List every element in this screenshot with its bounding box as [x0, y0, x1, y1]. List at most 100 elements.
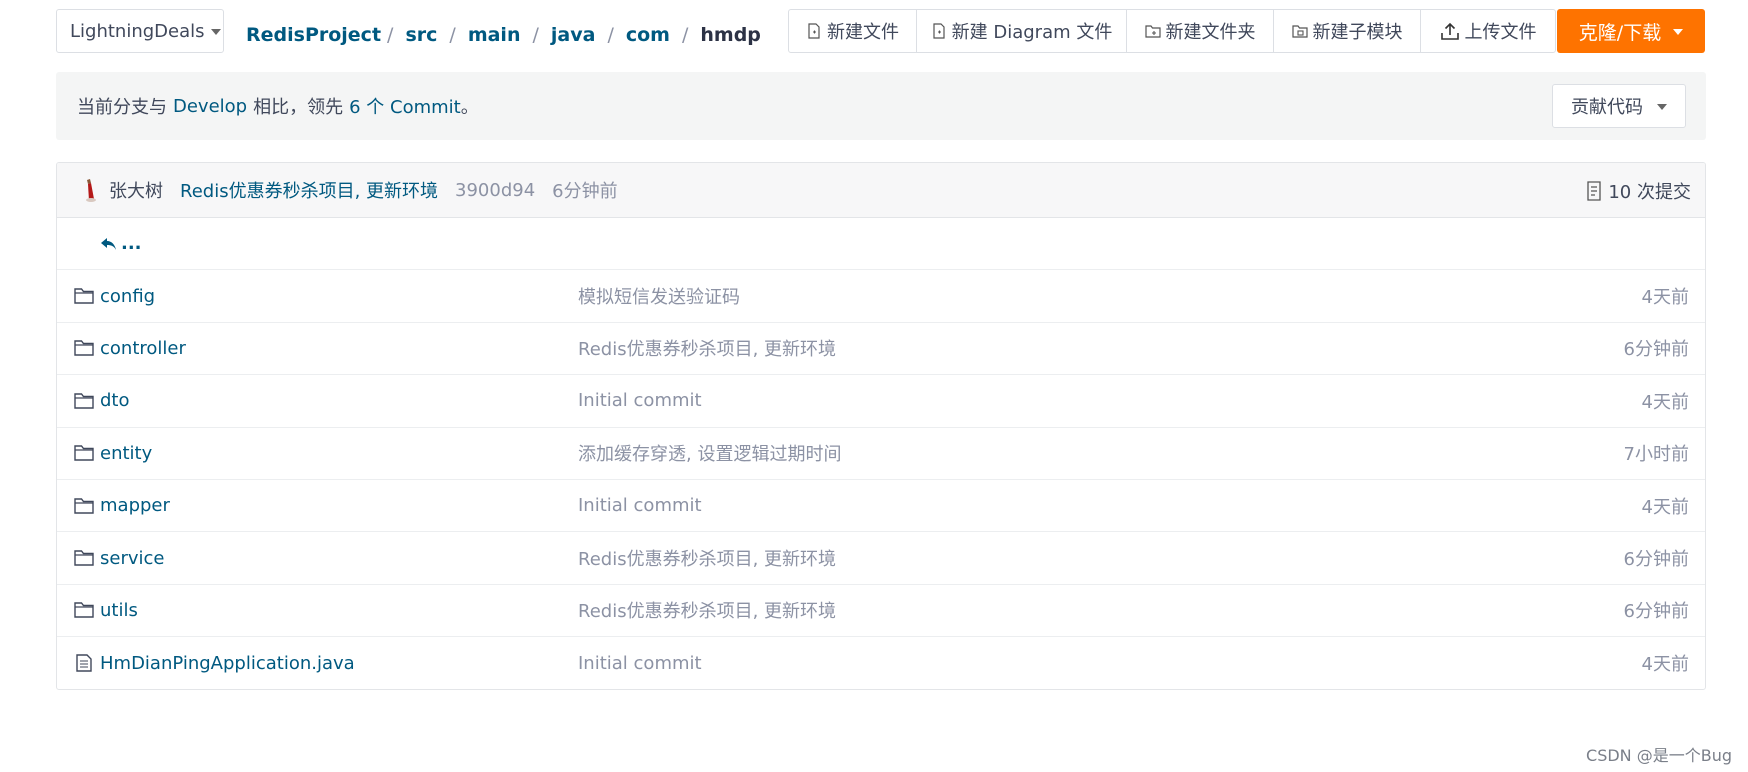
file-icon [76, 654, 92, 673]
breadcrumb: RedisProject / src / main / java / com /… [246, 20, 761, 50]
commit-history-link[interactable]: 10 次提交 [1586, 163, 1691, 218]
upload-icon [1440, 22, 1459, 40]
file-name-link[interactable]: mapper [100, 495, 170, 516]
breadcrumb-item-repo[interactable]: RedisProject [246, 24, 381, 46]
breadcrumb-item-src[interactable]: src [405, 24, 437, 46]
commit-hash-link[interactable]: 3900d94 [455, 180, 535, 201]
file-actions-toolbar: 新建文件 新建 Diagram 文件 新建文件夹 新建子模块 上传文件 [788, 9, 1556, 53]
file-commit-message[interactable]: Initial commit [578, 375, 702, 426]
ahead-commits-link[interactable]: 6 个 Commit [349, 93, 461, 119]
file-tree-table: 张大树 Redis优惠券秒杀项目, 更新环境 3900d94 6分钟前 10 次… [56, 162, 1706, 690]
file-commit-message[interactable]: Initial commit [578, 480, 702, 531]
chevron-down-icon [1673, 29, 1684, 35]
file-name-cell: mapper [74, 480, 170, 531]
breadcrumb-item-main[interactable]: main [468, 24, 521, 46]
branch-compare-banner: 当前分支与 Develop 相比，领先 6 个 Commit 。 贡献代码 [56, 72, 1706, 140]
folder-icon [74, 602, 94, 619]
file-row[interactable]: entity 添加缓存穿透, 设置逻辑过期时间 7小时前 [57, 428, 1705, 480]
commit-count: 10 次提交 [1608, 181, 1691, 203]
file-row[interactable]: utils Redis优惠券秒杀项目, 更新环境 6分钟前 [57, 585, 1705, 638]
contribute-label: 贡献代码 [1571, 97, 1643, 118]
folder-icon [74, 497, 94, 514]
new-file-label: 新建文件 [827, 22, 899, 43]
commit-author[interactable]: 张大树 [109, 177, 163, 203]
file-row[interactable]: dto Initial commit 4天前 [57, 375, 1705, 428]
new-diagram-label: 新建 Diagram 文件 [951, 22, 1113, 43]
banner-prefix: 当前分支与 [77, 97, 167, 118]
file-commit-message[interactable]: 模拟短信发送验证码 [578, 270, 740, 321]
file-row[interactable]: service Redis优惠券秒杀项目, 更新环境 6分钟前 [57, 532, 1705, 585]
avatar[interactable] [77, 177, 101, 203]
file-name-cell: dto [74, 375, 130, 426]
file-name-link[interactable]: config [100, 286, 155, 307]
file-icon [933, 23, 945, 39]
file-commit-message[interactable]: Initial commit [578, 637, 702, 689]
folder-icon [74, 445, 94, 461]
banner-middle: 相比，领先 [253, 97, 344, 118]
clone-download-button[interactable]: 克隆/下载 [1557, 9, 1705, 53]
file-name-link[interactable]: service [100, 548, 164, 569]
file-row[interactable]: config 模拟短信发送验证码 4天前 [57, 270, 1705, 323]
new-diagram-button[interactable]: 新建 Diagram 文件 [917, 10, 1127, 52]
folder-icon [74, 393, 94, 409]
breadcrumb-item-current: hmdp [700, 24, 761, 46]
file-commit-time: 6分钟前 [1623, 601, 1689, 623]
history-icon [1587, 180, 1602, 201]
file-name-link[interactable]: entity [100, 443, 152, 464]
branch-select[interactable]: LightningDeals [56, 9, 224, 53]
folder-plus-icon [1144, 25, 1161, 38]
breadcrumb-item-java[interactable]: java [551, 24, 596, 46]
banner-suffix: 。 [460, 97, 479, 118]
file-icon [808, 23, 820, 39]
contribute-button[interactable]: 贡献代码 [1552, 84, 1686, 128]
file-commit-message[interactable]: 添加缓存穿透, 设置逻辑过期时间 [578, 428, 841, 479]
file-name-cell: HmDianPingApplication.java [74, 637, 355, 689]
folder-icon [74, 550, 94, 566]
file-name-link[interactable]: utils [100, 600, 138, 621]
file-name-link[interactable]: controller [100, 338, 186, 359]
parent-directory-link[interactable]: ... [121, 233, 142, 254]
file-commit-time: 6分钟前 [1623, 549, 1689, 571]
file-name-cell: service [74, 532, 164, 583]
file-commit-message[interactable]: Redis优惠券秒杀项目, 更新环境 [578, 532, 836, 583]
file-row[interactable]: controller Redis优惠券秒杀项目, 更新环境 6分钟前 [57, 323, 1705, 376]
latest-commit-bar: 张大树 Redis优惠券秒杀项目, 更新环境 3900d94 6分钟前 10 次… [57, 163, 1705, 218]
file-name-link[interactable]: HmDianPingApplication.java [100, 653, 355, 674]
upload-file-button[interactable]: 上传文件 [1421, 10, 1555, 52]
commit-time: 6分钟前 [552, 181, 618, 202]
breadcrumb-separator: / [449, 24, 456, 46]
breadcrumb-separator: / [607, 24, 614, 46]
file-row[interactable]: mapper Initial commit 4天前 [57, 480, 1705, 533]
file-name-cell: entity [74, 428, 152, 479]
branch-name: LightningDeals [70, 20, 205, 42]
file-commit-time: 4天前 [1641, 287, 1689, 309]
file-commit-message[interactable]: Redis优惠券秒杀项目, 更新环境 [578, 585, 836, 636]
breadcrumb-separator: / [387, 24, 394, 46]
chevron-down-icon [210, 29, 221, 35]
commit-message-link[interactable]: Redis优惠券秒杀项目, 更新环境 [180, 177, 438, 203]
new-folder-button[interactable]: 新建文件夹 [1127, 10, 1274, 52]
folder-icon [74, 340, 94, 357]
file-commit-time: 4天前 [1641, 496, 1689, 518]
new-submodule-button[interactable]: 新建子模块 [1274, 10, 1421, 52]
folder-icon [74, 288, 94, 304]
file-commit-time: 6分钟前 [1623, 339, 1689, 361]
file-row[interactable]: HmDianPingApplication.java Initial commit… [57, 637, 1705, 689]
breadcrumb-item-com[interactable]: com [626, 24, 670, 46]
file-commit-message[interactable]: Redis优惠券秒杀项目, 更新环境 [578, 323, 836, 374]
watermark: CSDN @是一个Bug [1586, 746, 1732, 765]
parent-directory-row[interactable]: ... [57, 218, 1705, 271]
new-folder-label: 新建文件夹 [1165, 22, 1256, 43]
file-name-cell: controller [74, 323, 186, 374]
new-file-button[interactable]: 新建文件 [789, 10, 917, 52]
file-commit-time: 4天前 [1641, 391, 1689, 413]
compare-branch-link[interactable]: Develop [173, 96, 247, 117]
breadcrumb-separator: / [532, 24, 539, 46]
back-arrow-icon [101, 237, 116, 250]
clone-download-label: 克隆/下载 [1578, 21, 1662, 44]
file-name-link[interactable]: dto [100, 390, 130, 411]
new-submodule-label: 新建子模块 [1312, 22, 1403, 43]
chevron-down-icon [1657, 104, 1667, 110]
upload-file-label: 上传文件 [1464, 22, 1537, 43]
submodule-icon [1291, 25, 1308, 38]
